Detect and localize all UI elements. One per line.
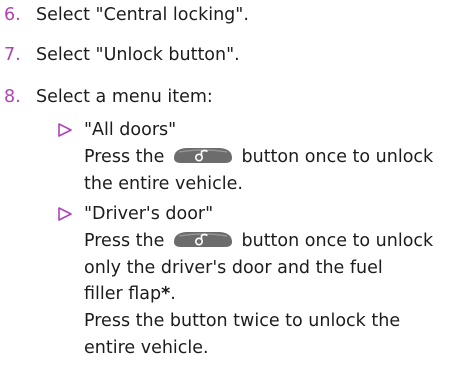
step-text: Select "Unlock button". [36, 45, 240, 65]
step-text: Select "Central locking". [36, 5, 249, 25]
step-number: 8. [4, 87, 21, 107]
period: . [170, 284, 176, 305]
step-number: 6. [4, 5, 21, 25]
option-description-line: Press the button once to unlock [84, 144, 472, 171]
step-text: Select a menu item: [36, 87, 213, 107]
step-number: 7. [4, 45, 21, 65]
description-text: button once to unlock [241, 230, 434, 251]
triangle-bullet-icon [58, 207, 72, 221]
option-description-line: Press the button twice to unlock the [84, 311, 401, 332]
option-all-doors: "All doors" Press the button once to unl… [84, 117, 472, 197]
press-text: Press the [84, 230, 165, 251]
press-text: Press the [84, 146, 165, 167]
description-text: button once to unlock [241, 146, 434, 167]
description-text: filler flap [84, 284, 162, 305]
option-drivers-door: "Driver's door" Press the button once to… [84, 201, 472, 362]
triangle-bullet-icon [58, 123, 72, 137]
option-description-line: Press the button once to unlock [84, 228, 472, 255]
key-unlock-button-icon [173, 231, 232, 247]
option-title: "Driver's door" [84, 204, 214, 224]
option-description-line: the entire vehicle. [84, 173, 243, 194]
key-unlock-button-icon [173, 147, 232, 163]
option-description-line: entire vehicle. [84, 337, 209, 358]
option-description-line: filler flap*. [84, 281, 472, 308]
option-title: "All doors" [84, 120, 177, 140]
optional-equipment-star: * [161, 284, 171, 305]
option-description-line: only the driver's door and the fuel [84, 257, 383, 278]
